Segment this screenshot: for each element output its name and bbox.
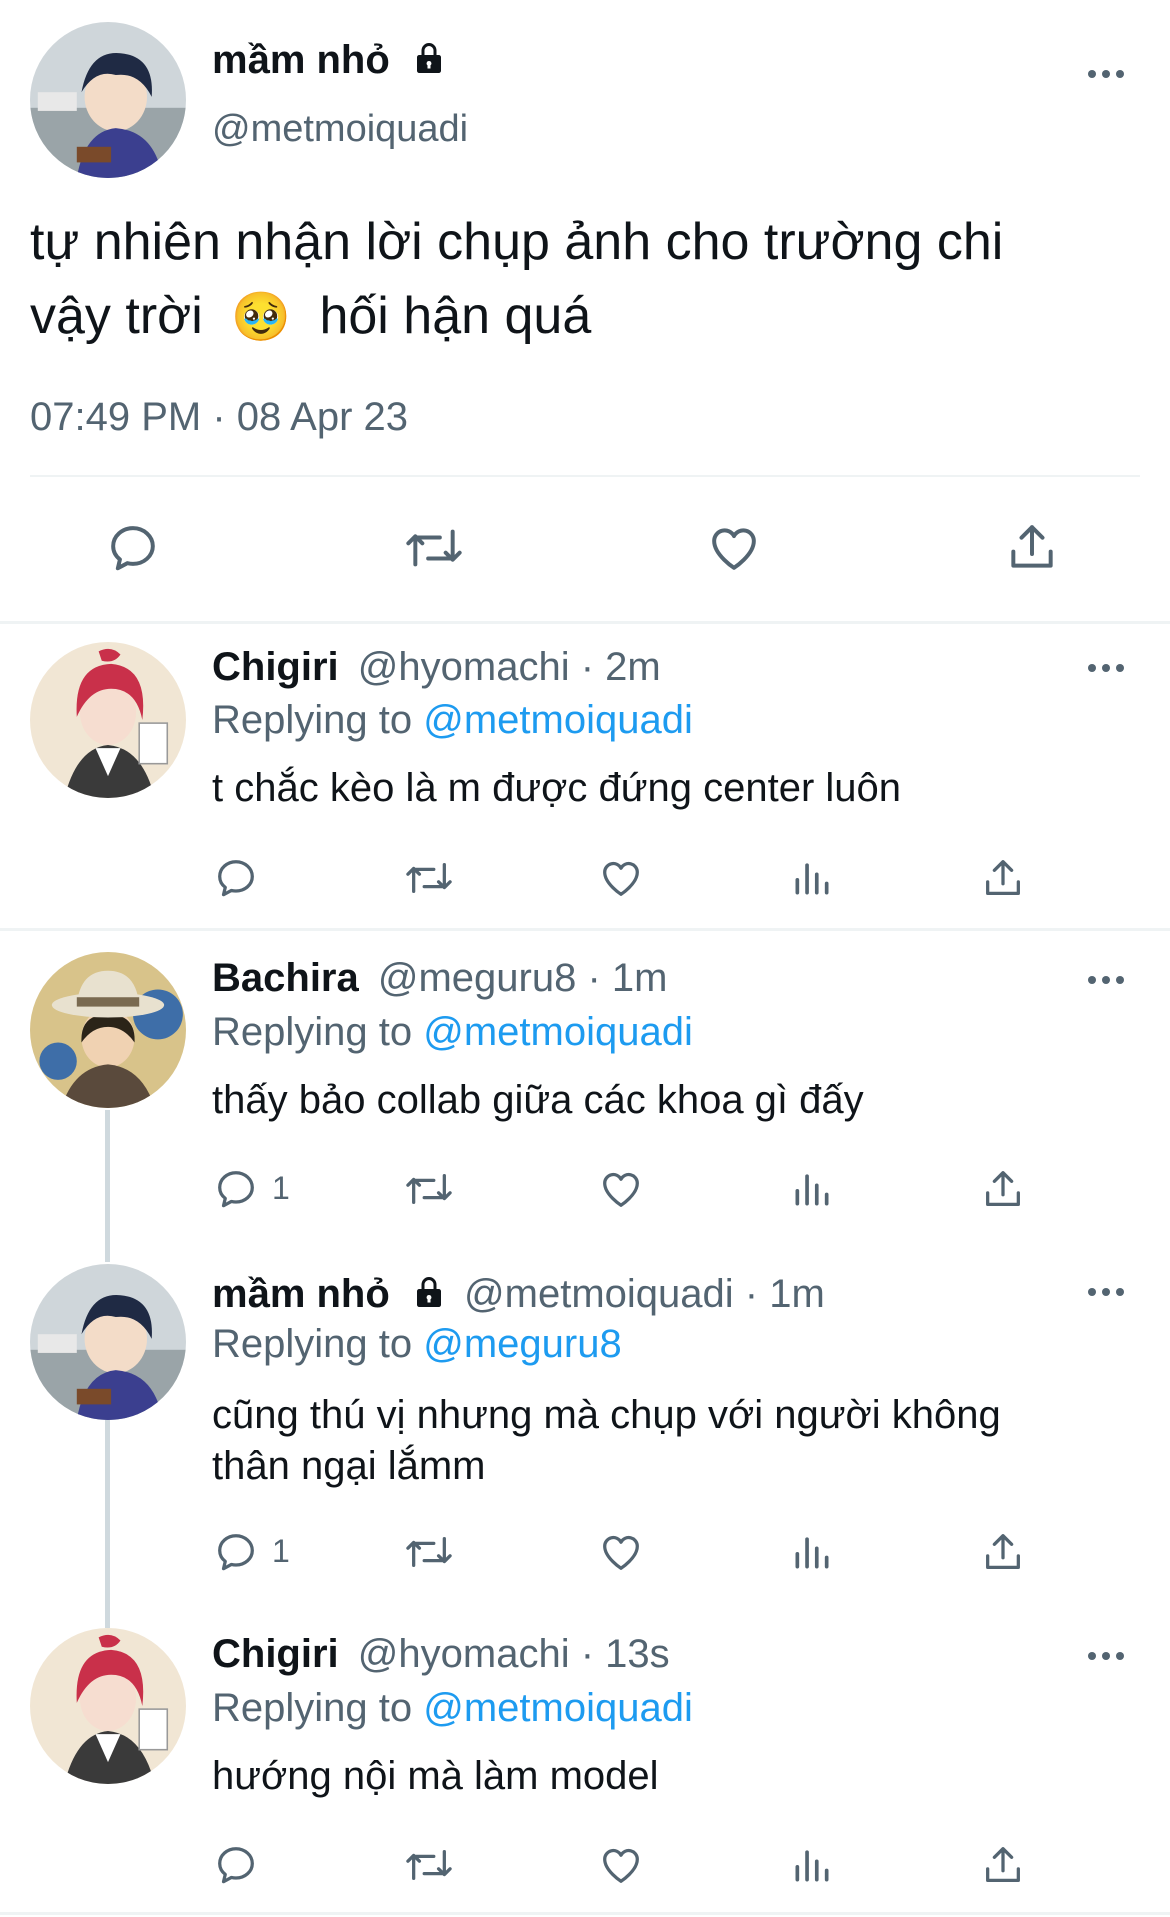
display-name: Chigiri <box>212 1632 339 1676</box>
more-icon[interactable] <box>1088 68 1128 80</box>
retweet-icon[interactable] <box>402 1842 456 1888</box>
thread-line <box>105 1420 110 1628</box>
reply-count: 1 <box>272 1533 290 1569</box>
handle-timestamp: @meguru8 · 1m <box>377 956 668 1000</box>
retweet-icon[interactable] <box>402 1166 456 1212</box>
more-icon[interactable] <box>1088 1286 1128 1298</box>
tweet-text: cũng thú vị nhưng mà chụp với người khôn… <box>212 1393 1001 1488</box>
handle-timestamp: @metmoiquadi · 1m <box>464 1272 825 1316</box>
avatar[interactable] <box>30 22 186 178</box>
divider <box>0 1912 1170 1915</box>
share-icon[interactable] <box>980 1165 1026 1213</box>
display-name: Bachira <box>212 956 359 1000</box>
avatar[interactable] <box>30 642 186 798</box>
display-name: Chigiri <box>212 645 339 689</box>
avatar-image <box>30 1264 186 1420</box>
replying-label: Replying to <box>212 1322 413 1366</box>
analytics-icon[interactable] <box>790 856 834 900</box>
lock-icon <box>411 1274 447 1320</box>
replying-to-link[interactable]: @metmoiquadi <box>423 698 693 742</box>
handle[interactable]: @metmoiquadi <box>212 108 468 151</box>
avatar[interactable] <box>30 1264 186 1420</box>
handle-timestamp: @hyomachi · 2m <box>357 645 661 689</box>
like-icon[interactable] <box>704 520 764 576</box>
share-icon[interactable] <box>980 1841 1026 1889</box>
tweet-text: tự nhiên nhận lời chụp ảnh cho trường ch… <box>30 213 1004 345</box>
avatar-image <box>30 642 186 798</box>
divider <box>0 928 1170 931</box>
more-icon[interactable] <box>1088 974 1128 986</box>
more-icon[interactable] <box>1088 662 1128 674</box>
share-icon[interactable] <box>980 854 1026 902</box>
thread-line <box>105 1110 110 1262</box>
divider <box>0 621 1170 624</box>
like-icon[interactable] <box>596 1842 646 1888</box>
share-icon[interactable] <box>1004 518 1060 576</box>
avatar-image <box>30 22 186 178</box>
reply-icon[interactable] <box>212 1166 260 1212</box>
timestamp: 07:49 PM · 08 Apr 23 <box>30 395 409 439</box>
tweet-text: thấy bảo collab giữa các khoa gì đấy <box>212 1078 864 1122</box>
analytics-icon[interactable] <box>790 1843 834 1887</box>
avatar-image <box>30 1628 186 1784</box>
reply-icon[interactable] <box>212 855 260 901</box>
like-icon[interactable] <box>596 1166 646 1212</box>
reply-icon[interactable] <box>212 1842 260 1888</box>
analytics-icon[interactable] <box>790 1167 834 1211</box>
tweet-text: hướng nội mà làm model <box>212 1754 659 1798</box>
lock-icon <box>411 40 447 86</box>
share-icon[interactable] <box>980 1528 1026 1576</box>
retweet-icon[interactable] <box>402 855 456 901</box>
replying-to-link[interactable]: @meguru8 <box>423 1322 621 1366</box>
display-name: mầm nhỏ <box>212 38 390 82</box>
retweet-icon[interactable] <box>402 520 466 576</box>
reply-icon[interactable] <box>105 520 161 576</box>
like-icon[interactable] <box>596 855 646 901</box>
handle-timestamp: @hyomachi · 13s <box>357 1632 670 1676</box>
avatar[interactable] <box>30 952 186 1108</box>
like-icon[interactable] <box>596 1529 646 1575</box>
avatar[interactable] <box>30 1628 186 1784</box>
avatar-image <box>30 952 186 1108</box>
display-name: mầm nhỏ <box>212 1272 390 1316</box>
replying-label: Replying to <box>212 1686 413 1730</box>
replying-to-link[interactable]: @metmoiquadi <box>423 1686 693 1730</box>
replying-label: Replying to <box>212 1010 413 1054</box>
analytics-icon[interactable] <box>790 1530 834 1574</box>
replying-label: Replying to <box>212 698 413 742</box>
reply-icon[interactable] <box>212 1529 260 1575</box>
reply-count: 1 <box>272 1170 290 1206</box>
divider <box>30 475 1140 477</box>
retweet-icon[interactable] <box>402 1529 456 1575</box>
more-icon[interactable] <box>1088 1650 1128 1662</box>
pleading-face-emoji: 🥹 <box>231 291 292 344</box>
tweet-text: t chắc kèo là m được đứng center luôn <box>212 766 902 810</box>
replying-to-link[interactable]: @metmoiquadi <box>423 1010 693 1054</box>
